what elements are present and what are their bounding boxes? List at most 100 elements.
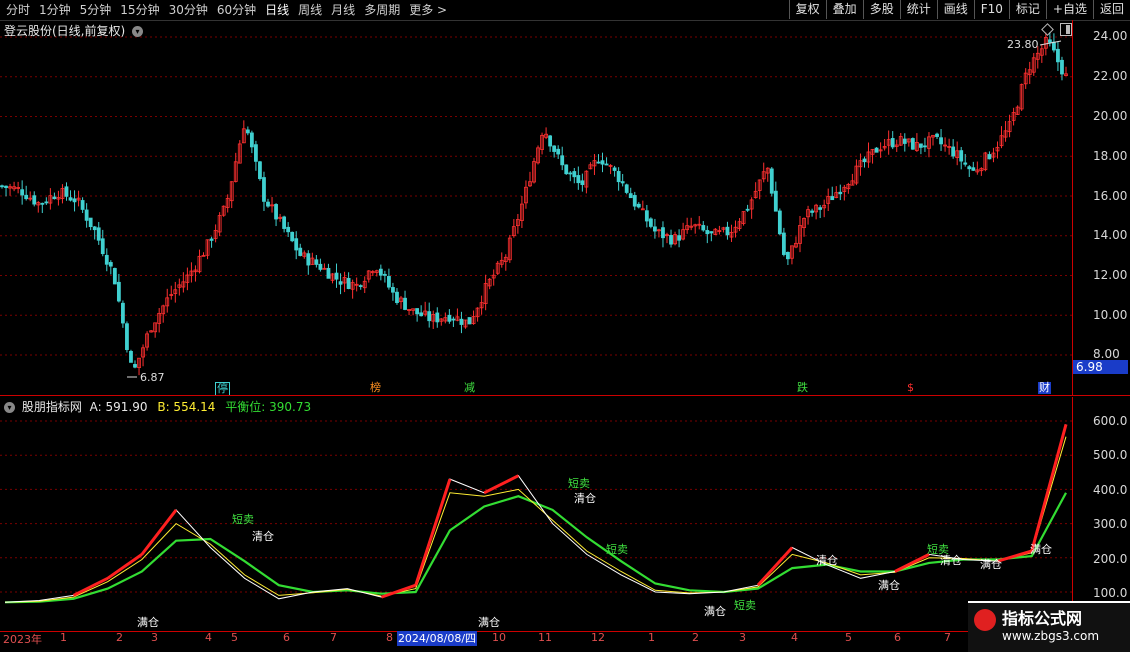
candle-body bbox=[596, 161, 601, 164]
signal-full: 满仓 bbox=[478, 616, 500, 629]
candle-body bbox=[810, 210, 814, 213]
candle-body bbox=[919, 143, 923, 148]
candle-body bbox=[902, 138, 907, 144]
candle-body bbox=[419, 312, 424, 317]
candle-body bbox=[830, 196, 835, 201]
date-tick: 5 bbox=[231, 631, 238, 644]
price-axis-label: 18.00 bbox=[1093, 149, 1128, 163]
candle-body bbox=[294, 238, 299, 251]
candle-body bbox=[648, 218, 653, 227]
candle-body bbox=[326, 267, 331, 279]
chevron-down-icon[interactable]: ▾ bbox=[132, 26, 144, 37]
indicator-axis-label: 500.0 bbox=[1093, 448, 1128, 462]
candle-body bbox=[274, 204, 278, 220]
candle-body bbox=[786, 251, 790, 260]
candle-body bbox=[600, 160, 605, 165]
candle-body bbox=[459, 318, 464, 325]
line-b bbox=[4, 436, 1067, 603]
candle-body bbox=[262, 177, 266, 202]
candle-body bbox=[96, 227, 101, 241]
candle-body bbox=[129, 350, 133, 363]
candle-body bbox=[971, 167, 976, 171]
date-tick: 4 bbox=[205, 631, 212, 644]
date-tick: 10 bbox=[492, 631, 506, 644]
indicator-balance-value: 平衡位: 390.73 bbox=[225, 400, 312, 414]
date-tick: 3 bbox=[151, 631, 158, 644]
candle-body bbox=[769, 168, 774, 194]
panel-divider[interactable] bbox=[0, 395, 1130, 396]
candle-body bbox=[451, 318, 456, 321]
candle-body bbox=[88, 217, 93, 228]
candle-body bbox=[818, 207, 823, 210]
candle-body bbox=[967, 166, 972, 170]
chevron-down-icon[interactable]: ▾ bbox=[4, 402, 15, 413]
candle-body bbox=[104, 254, 109, 265]
high-price-label: 23.80 bbox=[1007, 38, 1039, 51]
candle-body bbox=[20, 189, 25, 196]
candle-body bbox=[334, 272, 339, 280]
candle-body bbox=[254, 144, 258, 162]
price-axis-label: 8.00 bbox=[1093, 347, 1120, 361]
candle-body bbox=[890, 138, 895, 148]
candle-body bbox=[576, 175, 581, 184]
candle-body bbox=[628, 193, 633, 199]
indicator-name[interactable]: 股朋指标网 bbox=[22, 400, 82, 414]
candle-body bbox=[427, 311, 432, 322]
candle-body bbox=[403, 297, 407, 310]
signal-full: 满仓 bbox=[704, 605, 726, 618]
event-marker-finance[interactable]: 财 bbox=[1038, 382, 1051, 394]
watermark: 指标公式网 www.zbgs3.com bbox=[968, 601, 1130, 652]
indicator-header: ▾ 股朋指标网 A: 591.90 B: 554.14 平衡位: 390.73 bbox=[4, 398, 311, 415]
candle-body bbox=[556, 148, 561, 155]
candle-body bbox=[620, 181, 625, 184]
candle-body bbox=[560, 155, 565, 166]
candle-body bbox=[84, 209, 89, 221]
date-tick: 2023年 bbox=[3, 633, 42, 646]
event-marker-list[interactable]: 榜 bbox=[369, 382, 382, 394]
candle-body bbox=[745, 208, 750, 211]
indicator-axis-label: 100.0 bbox=[1093, 586, 1128, 600]
signal-full: 满仓 bbox=[1030, 543, 1052, 556]
event-marker-reduce[interactable]: 减 bbox=[463, 382, 476, 394]
candle-body bbox=[963, 162, 968, 165]
candle-body bbox=[415, 308, 420, 315]
date-axis bbox=[0, 631, 1130, 651]
candle-body bbox=[923, 145, 927, 148]
candle-body bbox=[40, 202, 45, 205]
date-tick: 1 bbox=[648, 631, 655, 644]
candle-body bbox=[910, 138, 915, 150]
date-tick: 8 bbox=[386, 631, 393, 644]
rising-highlight bbox=[380, 583, 417, 599]
signal-clear: 清仓 bbox=[574, 492, 596, 505]
date-tick: 3 bbox=[739, 631, 746, 644]
panel-toggle-icon[interactable] bbox=[1060, 23, 1072, 36]
event-marker-suspend[interactable]: 停 bbox=[215, 382, 230, 396]
indicator-axis-label: 200.0 bbox=[1093, 552, 1128, 566]
signal-short-sell: 短卖 bbox=[606, 543, 628, 556]
candle-body bbox=[249, 132, 254, 148]
candle-body bbox=[616, 171, 621, 183]
watermark-url: www.zbgs3.com bbox=[1002, 629, 1100, 643]
candle-body bbox=[447, 314, 452, 322]
candle-body bbox=[862, 158, 867, 163]
candle-body bbox=[112, 268, 117, 285]
date-tick: 2 bbox=[116, 631, 123, 644]
date-tick: 1 bbox=[60, 631, 67, 644]
candle-body bbox=[669, 235, 673, 245]
stock-title-text: 登云股份(日线,前复权) bbox=[4, 24, 126, 38]
candle-body bbox=[286, 226, 291, 233]
indicator-axis-label: 300.0 bbox=[1093, 517, 1128, 531]
candle-body bbox=[52, 196, 57, 200]
candle-body bbox=[701, 225, 706, 231]
candle-body bbox=[572, 171, 577, 178]
candle-body bbox=[133, 364, 137, 368]
candle-body bbox=[209, 238, 214, 241]
event-marker-drop[interactable]: 跌 bbox=[796, 382, 809, 394]
event-marker-dollar[interactable]: $ bbox=[906, 382, 915, 394]
candle-body bbox=[391, 287, 395, 293]
candle-body bbox=[108, 262, 113, 267]
line-a bbox=[4, 424, 1067, 603]
candle-body bbox=[580, 180, 585, 185]
stock-title: 登云股份(日线,前复权) ▾ bbox=[4, 22, 144, 39]
watermark-logo-icon bbox=[974, 609, 996, 631]
